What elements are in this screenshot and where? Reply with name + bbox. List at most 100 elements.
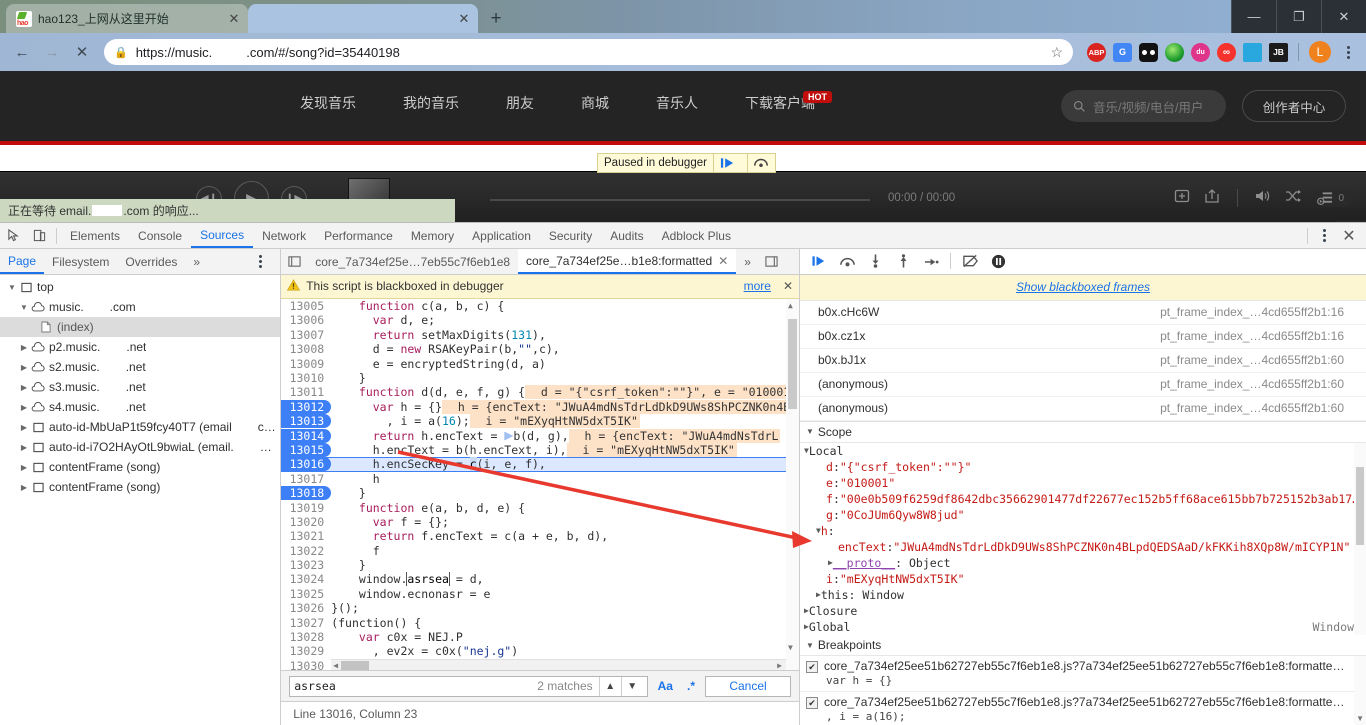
call-stack-row[interactable]: b0x.bJ1x pt_frame_index_…4cd655ff2b1:60	[800, 349, 1366, 373]
twisty-icon[interactable]: ▶	[18, 363, 30, 372]
new-tab-button[interactable]: +	[482, 5, 510, 33]
more-tabs-icon[interactable]	[759, 249, 785, 274]
find-input[interactable]: asrsea 2 matches ▲ ▼	[289, 676, 647, 697]
editor-tab-1[interactable]: core_7a734ef25e…b1e8:formatted ✕	[518, 249, 736, 274]
code-line[interactable]: 13010 }	[281, 371, 799, 385]
tree-item-s3-music[interactable]: ▶ s3.music..net	[0, 377, 280, 397]
tab-performance[interactable]: Performance	[315, 223, 402, 248]
twisty-icon[interactable]: ▶	[18, 343, 30, 352]
tree-item-auto-id-frame-2[interactable]: ▶ auto-id-i7O2HAyOtL9bwiaL (email.com/)	[0, 437, 280, 457]
browser-tab-2-close-icon[interactable]: ✕	[456, 11, 472, 27]
tab-elements[interactable]: Elements	[61, 223, 129, 248]
line-number[interactable]: 13021	[281, 529, 331, 543]
scope-group[interactable]: ▶ Closure	[800, 603, 1366, 619]
shuffle-icon[interactable]	[1285, 189, 1301, 207]
eyes-extension-icon[interactable]	[1139, 43, 1158, 62]
regex-button[interactable]: .*	[683, 679, 699, 693]
more-options-icon[interactable]	[1314, 229, 1334, 242]
scope-scroll-thumb[interactable]	[1356, 467, 1364, 545]
browser-tab-1-close-icon[interactable]: ✕	[226, 11, 242, 27]
breakpoint-checkbox[interactable]: ✔	[806, 697, 818, 709]
minimize-button[interactable]: —	[1231, 0, 1276, 33]
google-translate-icon[interactable]: G	[1113, 43, 1132, 62]
tab-audits[interactable]: Audits	[601, 223, 652, 248]
scope-variable[interactable]: e: "010001"	[800, 475, 1366, 491]
code-line[interactable]: 13013 , i = a(16); i = "mEXyqHtNW5dxT5IK…	[281, 414, 799, 428]
call-stack-row[interactable]: b0x.cHc6W pt_frame_index_…4cd655ff2b1:16	[800, 301, 1366, 325]
scope-variable[interactable]: f: "00e0b509f6259df8642dbc35662901477df2…	[800, 491, 1366, 507]
line-number[interactable]: 13020	[281, 515, 331, 529]
editor-vertical-scrollbar[interactable]: ▲ ▼	[786, 299, 799, 671]
resume-icon[interactable]	[714, 153, 741, 173]
subtab-overrides[interactable]: Overrides	[117, 249, 185, 274]
site-nav-link-2[interactable]: 朋友	[506, 93, 534, 113]
bookmark-star-icon[interactable]: ☆	[1050, 44, 1063, 61]
breakpoint-item[interactable]: ✔ core_7a734ef25ee51b62727eb55c7f6eb1e8.…	[800, 656, 1366, 692]
close-window-button[interactable]: ✕	[1321, 0, 1366, 33]
editor-tab-1-close-icon[interactable]: ✕	[718, 254, 728, 268]
code-editor[interactable]: 13005 function c(a, b, c) {13006 var d, …	[281, 299, 799, 671]
code-line[interactable]: 13016 h.encSecKey = c(i, e, f),	[281, 457, 799, 471]
tree-item-music-domain[interactable]: ▼ music..com	[0, 297, 280, 317]
step-over-button[interactable]	[834, 249, 860, 273]
code-line[interactable]: 13026}();	[281, 601, 799, 615]
twisty-icon[interactable]: ▶	[18, 483, 30, 492]
creator-center-button[interactable]: 创作者中心	[1242, 90, 1346, 122]
scroll-down-icon[interactable]: ▼	[1356, 714, 1364, 723]
match-case-button[interactable]: Aa	[654, 679, 677, 693]
profile-avatar[interactable]: L	[1309, 41, 1331, 63]
navigator-menu-icon[interactable]	[250, 255, 270, 268]
site-search-box[interactable]: 音乐/视频/电台/用户	[1061, 90, 1226, 122]
line-number[interactable]: 13022	[281, 544, 331, 558]
scope-key[interactable]: __proto__	[833, 556, 895, 570]
editor-tab-0[interactable]: core_7a734ef25e…7eb55c7f6eb1e8	[307, 249, 518, 274]
blackbox-more-link[interactable]: more	[744, 279, 771, 293]
breakpoint-marker[interactable]: 13013	[281, 414, 331, 428]
scroll-down-icon[interactable]: ▼	[788, 643, 793, 652]
site-nav-link-3[interactable]: 商城	[581, 93, 609, 113]
breakpoint-marker[interactable]: 13014	[281, 429, 331, 443]
code-line[interactable]: 13029 , ev2x = c0x("nej.g")	[281, 644, 799, 658]
breakpoint-marker[interactable]: 13016	[281, 457, 331, 471]
tab-memory[interactable]: Memory	[402, 223, 463, 248]
subtabs-overflow[interactable]: »	[185, 249, 208, 274]
breakpoint-item[interactable]: ✔ core_7a734ef25ee51b62727eb55c7f6eb1e8.…	[800, 692, 1366, 725]
code-line[interactable]: 13027(function() {	[281, 615, 799, 629]
code-line[interactable]: 13012 var h = {} h = {encText: "JWuA4mdN…	[281, 400, 799, 414]
line-number[interactable]: 13026	[281, 601, 331, 615]
box-extension-icon[interactable]	[1243, 43, 1262, 62]
baidu-extension-icon[interactable]: du	[1191, 43, 1210, 62]
step-over-icon[interactable]	[748, 153, 775, 173]
tab-adblock-plus[interactable]: Adblock Plus	[653, 223, 740, 248]
code-line[interactable]: 13014 return h.encText = b(d, g), h = {e…	[281, 428, 799, 442]
tree-item-auto-id-frame-1[interactable]: ▶ auto-id-MbUaP1t59fcy40T7 (emailcom/)	[0, 417, 280, 437]
code-line[interactable]: 13020 var f = {};	[281, 515, 799, 529]
tab-network[interactable]: Network	[253, 223, 315, 248]
device-toolbar-icon[interactable]	[26, 223, 52, 248]
code-line[interactable]: 13006 var d, e;	[281, 313, 799, 327]
scroll-right-icon[interactable]: ▶	[777, 661, 782, 670]
twisty-icon[interactable]: ▶	[18, 383, 30, 392]
code-line[interactable]: 13005 function c(a, b, c) {	[281, 299, 799, 313]
code-line[interactable]: 13009 e = encryptedString(d, a)	[281, 356, 799, 370]
editor-tabs-overflow[interactable]: »	[736, 249, 759, 274]
line-number[interactable]: 13030	[281, 659, 331, 671]
editor-horizontal-scrollbar[interactable]: ◀ ▶	[331, 659, 786, 670]
scope-section-header[interactable]: ▼ Scope	[800, 422, 1366, 443]
step-into-button[interactable]	[862, 249, 888, 273]
twisty-icon[interactable]: ▶	[18, 443, 30, 452]
code-line[interactable]: 13024 window.asrsea = d,	[281, 572, 799, 586]
breakpoint-marker[interactable]: 13015	[281, 443, 331, 457]
line-number[interactable]: 13023	[281, 558, 331, 572]
breakpoints-scrollbar[interactable]: ▼	[1354, 656, 1366, 725]
breakpoint-marker[interactable]: 13012	[281, 400, 331, 414]
tab-application[interactable]: Application	[463, 223, 540, 248]
pause-on-exceptions-button[interactable]	[985, 249, 1011, 273]
tab-console[interactable]: Console	[129, 223, 191, 248]
browser-tab-1[interactable]: hao hao123_上网从这里开始 ✕	[6, 4, 248, 33]
volume-icon[interactable]	[1255, 189, 1271, 207]
line-number[interactable]: 13019	[281, 501, 331, 515]
line-number[interactable]: 13024	[281, 572, 331, 586]
line-number[interactable]: 13005	[281, 299, 331, 313]
code-line[interactable]: 13022 f	[281, 543, 799, 557]
